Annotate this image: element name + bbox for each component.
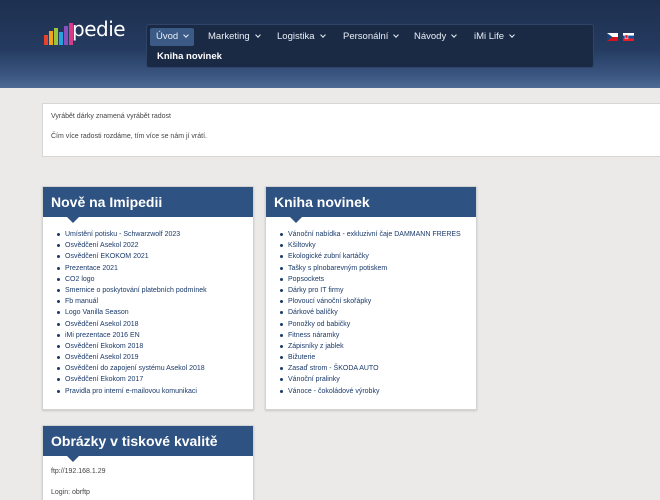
news-items-list: Vánoční nabídka - exkluzivní čaje DAMMAN… <box>280 229 461 397</box>
nav-item-label: Logistika <box>277 31 315 42</box>
list-item[interactable]: Osvědčení Ekokom 2018 <box>57 341 207 352</box>
list-item[interactable]: Osvědčení EKOKOM 2021 <box>57 251 207 262</box>
list-item[interactable]: Prezentace 2021 <box>57 263 207 274</box>
list-item[interactable]: iMi prezentace 2016 EN <box>57 330 207 341</box>
chevron-down-icon <box>319 32 326 38</box>
list-item[interactable]: Fitness náramky <box>280 330 461 341</box>
list-item[interactable]: Ekologické zubní kartáčky <box>280 251 461 262</box>
chevron-down-icon <box>183 32 190 38</box>
list-item[interactable]: Pravidla pro interní e-mailovou komunika… <box>57 386 207 397</box>
new-items-list: Umístění potisku - Schwarzwolf 2023 Osvě… <box>57 229 207 397</box>
list-item[interactable]: Zasaď strom - ŠKODA AUTO <box>280 363 461 374</box>
nav-item-label: Úvod <box>156 31 179 42</box>
banner-line-2: Čím více radosti rozdáme, tím více se ná… <box>51 133 207 140</box>
list-item[interactable]: Zápisníky z jablek <box>280 341 461 352</box>
nav-item-label: Marketing <box>208 31 250 42</box>
chevron-down-icon <box>509 32 515 38</box>
list-item[interactable]: Smernice o poskytování platebních podmín… <box>57 285 207 296</box>
nav-item-uvod[interactable]: Úvod <box>150 28 195 46</box>
list-item[interactable]: Dárkové balíčky <box>280 307 461 318</box>
list-item[interactable]: Vánoce - čokoládové výrobky <box>280 386 461 397</box>
czech-flag-icon[interactable] <box>607 33 618 41</box>
intro-banner: Vyrábět dárky znamená vyrábět radost Čím… <box>42 103 660 157</box>
logo-bars-icon <box>44 23 73 45</box>
main-navigation: Úvod Marketing Logistika Personální Návo… <box>146 24 594 68</box>
nav-item-label: Personální <box>343 31 389 42</box>
panel-title: Kniha novinek <box>266 187 476 223</box>
list-item[interactable]: Popsockets <box>280 274 461 285</box>
site-header: pedie Úvod Marketing Logistika Personáln… <box>0 0 660 88</box>
list-item[interactable]: Osvědčení Asekol 2019 <box>57 352 207 363</box>
nav-item-label: iMi Life <box>474 31 505 42</box>
nav-item-imi-life[interactable]: iMi Life <box>468 28 520 46</box>
nav-item-navody[interactable]: Návody <box>408 28 462 46</box>
chevron-down-icon <box>254 32 261 38</box>
banner-line-1: Vyrábět dárky znamená vyrábět radost <box>51 113 171 120</box>
slovak-flag-icon[interactable] <box>623 33 634 41</box>
list-item[interactable]: Bižuterie <box>280 352 461 363</box>
list-item[interactable]: Plovoucí vánoční skořápky <box>280 296 461 307</box>
list-item[interactable]: Ponožky od babičky <box>280 319 461 330</box>
list-item[interactable]: Osvědčení Asekol 2018 <box>57 319 207 330</box>
chevron-down-icon <box>393 32 400 38</box>
logo[interactable]: pedie <box>44 15 126 47</box>
panel-print-quality-images: Obrázky v tiskové kvalitě ftp://192.168.… <box>42 425 254 500</box>
panel-title: Obrázky v tiskové kvalitě <box>43 426 253 462</box>
panel-news-book: Kniha novinek Vánoční nabídka - exkluziv… <box>265 186 477 410</box>
list-item[interactable]: Kšiltovky <box>280 240 461 251</box>
panel-new-on-imipedia: Nově na Imipedii Umístění potisku - Schw… <box>42 186 254 410</box>
chevron-down-icon <box>451 32 458 38</box>
list-item[interactable]: Tašky s plnobarevným potiskem <box>280 263 461 274</box>
logo-text: pedie <box>72 17 126 41</box>
list-item[interactable]: Dárky pro IT firmy <box>280 285 461 296</box>
nav-item-logistika[interactable]: Logistika <box>271 28 331 46</box>
ftp-login: Login: obrftp <box>51 489 90 496</box>
ftp-address[interactable]: ftp://192.168.1.29 <box>51 468 106 475</box>
nav-item-marketing[interactable]: Marketing <box>202 28 266 46</box>
list-item[interactable]: Osvědčení do zapojení systému Asekol 201… <box>57 363 207 374</box>
list-item[interactable]: Vánoční pralinky <box>280 374 461 385</box>
list-item[interactable]: Umístění potisku - Schwarzwolf 2023 <box>57 229 207 240</box>
subnav-kniha-novinek[interactable]: Kniha novinek <box>157 51 222 62</box>
nav-item-personalni[interactable]: Personální <box>337 28 404 46</box>
list-item[interactable]: Osvědčení Ekokom 2017 <box>57 374 207 385</box>
list-item[interactable]: Fb manuál <box>57 296 207 307</box>
panel-title: Nově na Imipedii <box>43 187 253 223</box>
list-item[interactable]: Osvědčení Asekol 2022 <box>57 240 207 251</box>
list-item[interactable]: CO2 logo <box>57 274 207 285</box>
nav-item-label: Návody <box>414 31 447 42</box>
list-item[interactable]: Logo Vanilla Season <box>57 307 207 318</box>
list-item[interactable]: Vánoční nabídka - exkluzivní čaje DAMMAN… <box>280 229 461 240</box>
